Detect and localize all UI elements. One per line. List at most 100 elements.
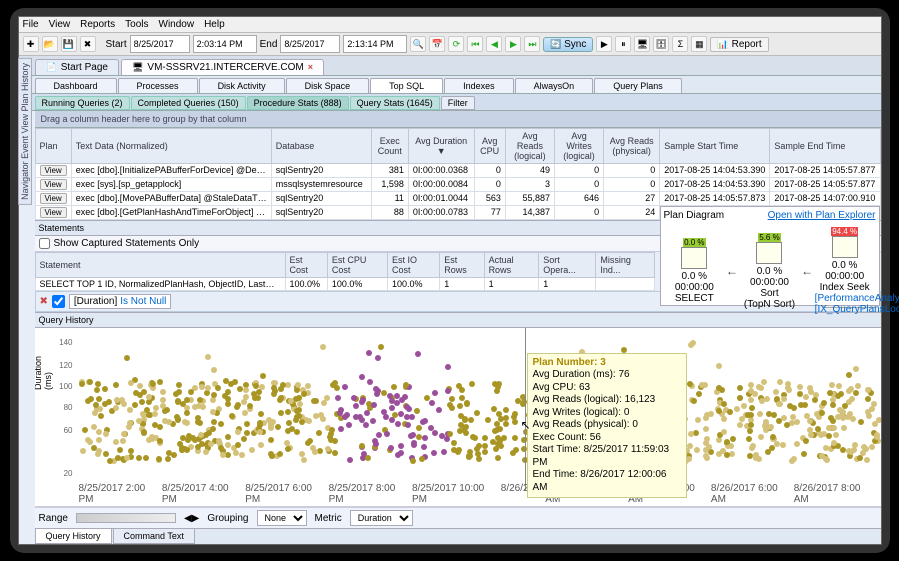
- data-point[interactable]: [797, 384, 803, 390]
- data-point[interactable]: [388, 445, 394, 451]
- query-history-chart[interactable]: Duration (ms) 206080100120140 ↖ Plan Num…: [35, 328, 881, 507]
- data-point[interactable]: [353, 403, 359, 409]
- data-point[interactable]: [328, 437, 334, 443]
- col-plan[interactable]: Plan: [35, 128, 71, 163]
- data-point[interactable]: [853, 390, 859, 396]
- data-point[interactable]: [296, 407, 302, 413]
- open-icon[interactable]: 📂: [42, 36, 58, 52]
- data-point[interactable]: [143, 455, 149, 461]
- data-point[interactable]: [335, 395, 341, 401]
- refresh-icon[interactable]: ⟳: [448, 36, 464, 52]
- data-point[interactable]: [474, 446, 480, 452]
- data-point[interactable]: [410, 458, 416, 464]
- data-point[interactable]: [402, 394, 408, 400]
- data-point[interactable]: [818, 432, 824, 438]
- data-point[interactable]: [756, 384, 762, 390]
- col-text[interactable]: Text Data (Normalized): [71, 128, 271, 163]
- data-point[interactable]: [833, 432, 839, 438]
- data-point[interactable]: [249, 447, 255, 453]
- stmt-row[interactable]: SELECT TOP 1 ID, NormalizedPlanHash, Obj…: [35, 277, 654, 290]
- data-point[interactable]: [242, 410, 248, 416]
- data-point[interactable]: [777, 379, 783, 385]
- data-point[interactable]: [96, 448, 102, 454]
- data-point[interactable]: [716, 451, 722, 457]
- data-point[interactable]: [802, 402, 808, 408]
- data-point[interactable]: [329, 427, 335, 433]
- view-plan-button[interactable]: View: [40, 207, 67, 218]
- plan-node-select[interactable]: 0.0 % 0.0 % 00:00:00 SELECT: [664, 238, 724, 304]
- data-point[interactable]: [803, 394, 809, 400]
- view-plan-button[interactable]: View: [40, 193, 67, 204]
- data-point[interactable]: [184, 447, 190, 453]
- tab-disk-space[interactable]: Disk Space: [286, 78, 370, 93]
- data-point[interactable]: [286, 420, 292, 426]
- data-point[interactable]: [225, 434, 231, 440]
- data-point[interactable]: [801, 451, 807, 457]
- col-start[interactable]: Sample Start Time: [660, 128, 770, 163]
- data-point[interactable]: [837, 407, 843, 413]
- data-point[interactable]: [258, 411, 264, 417]
- data-point[interactable]: [353, 414, 359, 420]
- view-plan-button[interactable]: View: [40, 165, 67, 176]
- data-point[interactable]: [184, 410, 190, 416]
- data-point[interactable]: [716, 363, 722, 369]
- time-marker[interactable]: [525, 328, 526, 490]
- tab-server[interactable]: 🖥 VM-SSSRV21.INTERCERVE.COM ×: [121, 59, 324, 75]
- table-row[interactable]: View exec [dbo].[MovePABufferData] @Stal…: [35, 191, 880, 205]
- sync-button[interactable]: 🔄 Sync: [543, 37, 593, 52]
- data-point[interactable]: [428, 425, 434, 431]
- data-point[interactable]: [370, 418, 376, 424]
- data-point[interactable]: [259, 384, 265, 390]
- data-point[interactable]: [288, 398, 294, 404]
- data-point[interactable]: [797, 391, 803, 397]
- filter-close-icon[interactable]: ✖: [40, 296, 48, 307]
- tab-top-sql[interactable]: Top SQL: [370, 78, 443, 93]
- data-point[interactable]: [363, 422, 369, 428]
- data-point[interactable]: [846, 388, 852, 394]
- data-point[interactable]: [102, 386, 108, 392]
- data-point[interactable]: [128, 448, 134, 454]
- data-point[interactable]: [268, 437, 274, 443]
- data-point[interactable]: [124, 355, 130, 361]
- data-point[interactable]: [803, 438, 809, 444]
- tab-indexes[interactable]: Indexes: [444, 78, 514, 93]
- data-point[interactable]: [468, 417, 474, 423]
- data-point[interactable]: [98, 413, 104, 419]
- data-point[interactable]: [294, 387, 300, 393]
- menu-tools[interactable]: Tools: [125, 19, 148, 30]
- data-point[interactable]: [233, 450, 239, 456]
- data-point[interactable]: [695, 417, 701, 423]
- data-point[interactable]: [269, 453, 275, 459]
- data-point[interactable]: [306, 418, 312, 424]
- data-point[interactable]: [445, 388, 451, 394]
- data-point[interactable]: [156, 456, 162, 462]
- data-point[interactable]: [107, 458, 113, 464]
- data-point[interactable]: [299, 419, 305, 425]
- data-point[interactable]: [203, 449, 209, 455]
- data-point[interactable]: [251, 391, 257, 397]
- data-point[interactable]: [285, 446, 291, 452]
- data-point[interactable]: [225, 452, 231, 458]
- col-dur[interactable]: Avg Duration ▼: [408, 128, 474, 163]
- data-point[interactable]: [316, 430, 322, 436]
- data-point[interactable]: [394, 400, 400, 406]
- pause-icon[interactable]: ⏸: [615, 36, 631, 52]
- data-point[interactable]: [208, 441, 214, 447]
- data-point[interactable]: [317, 448, 323, 454]
- data-point[interactable]: [737, 395, 743, 401]
- data-point[interactable]: [257, 429, 263, 435]
- data-point[interactable]: [211, 392, 217, 398]
- plan-node-sort[interactable]: 5.6 % 0.0 % 00:00:00 Sort (TopN Sort): [739, 233, 799, 310]
- data-point[interactable]: [415, 351, 421, 357]
- data-point[interactable]: [113, 382, 119, 388]
- data-point[interactable]: [321, 400, 327, 406]
- grouping-select[interactable]: None: [257, 510, 307, 526]
- data-point[interactable]: [436, 407, 442, 413]
- view-plan-button[interactable]: View: [40, 179, 67, 190]
- nav-next-icon[interactable]: ▶: [505, 36, 521, 52]
- data-point[interactable]: [184, 420, 190, 426]
- scol-so[interactable]: Sort Opera...: [539, 252, 596, 277]
- data-point[interactable]: [727, 409, 733, 415]
- server-icon[interactable]: 🖥: [634, 36, 650, 52]
- data-point[interactable]: [846, 372, 852, 378]
